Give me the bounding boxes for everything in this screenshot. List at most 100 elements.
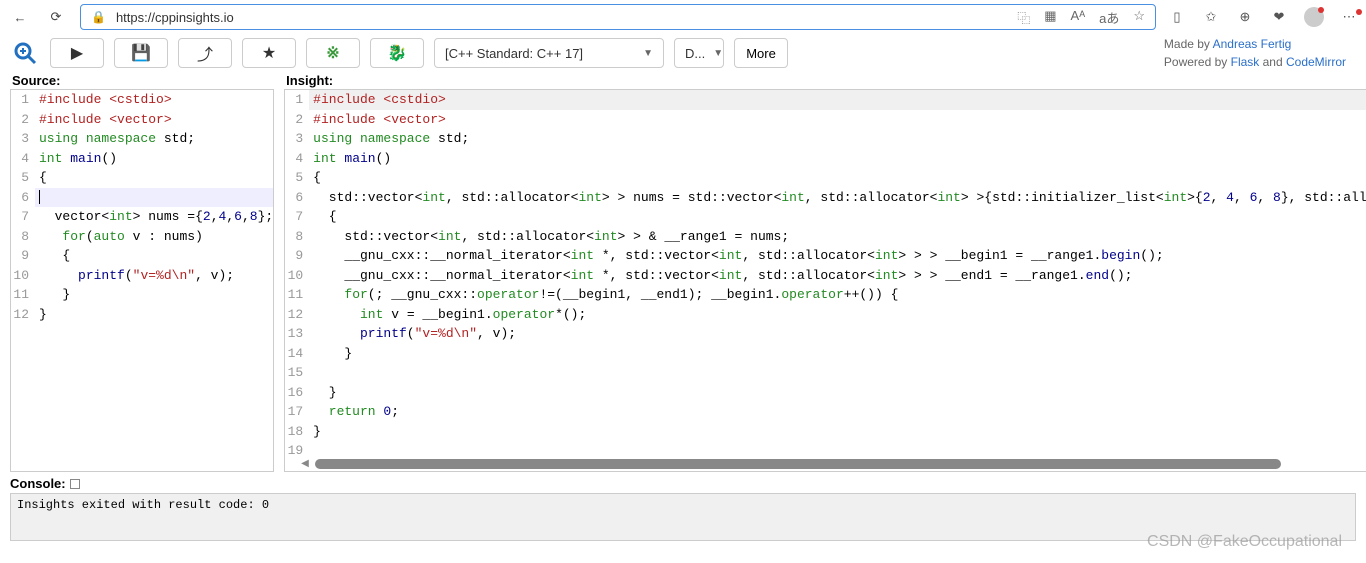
code-line[interactable]: 10 printf("v=%d\n", v); <box>11 266 273 286</box>
line-code[interactable] <box>35 188 273 208</box>
code-line[interactable]: 8 for(auto v : nums) <box>11 227 273 247</box>
code-line[interactable]: 2#include <vector> <box>11 110 273 130</box>
code-line[interactable]: 4int main() <box>285 149 1366 169</box>
more-button[interactable]: More <box>734 38 788 68</box>
code-line[interactable]: 14 } <box>285 344 1366 364</box>
code-line[interactable]: 13 printf("v=%d\n", v); <box>285 324 1366 344</box>
code-line[interactable]: 9 __gnu_cxx::__normal_iterator<int *, st… <box>285 246 1366 266</box>
cpp-standard-select[interactable]: [C++ Standard: C++ 17] ▼ <box>434 38 664 68</box>
line-code[interactable]: #include <vector> <box>35 110 273 130</box>
line-code[interactable]: __gnu_cxx::__normal_iterator<int *, std:… <box>309 246 1366 266</box>
line-code[interactable]: std::vector<int, std::allocator<int> > &… <box>309 227 1366 247</box>
line-code[interactable]: for(; __gnu_cxx::operator!=(__begin1, __… <box>309 285 1366 305</box>
back-button[interactable]: ← <box>8 5 32 29</box>
line-code[interactable]: { <box>35 168 273 188</box>
line-code[interactable]: std::vector<int, std::allocator<int> > n… <box>309 188 1366 208</box>
line-code[interactable]: #include <vector> <box>309 110 1366 130</box>
cppinsights-logo[interactable] <box>10 38 40 68</box>
code-line[interactable]: 11 for(; __gnu_cxx::operator!=(__begin1,… <box>285 285 1366 305</box>
line-code[interactable]: } <box>309 344 1366 364</box>
favorites-icon[interactable]: ✩ <box>1202 9 1220 25</box>
line-code[interactable]: using namespace std; <box>35 129 273 149</box>
collections-icon[interactable]: ⊕ <box>1236 9 1254 25</box>
line-code[interactable] <box>309 441 1366 461</box>
d-select-label: D... <box>685 46 705 61</box>
line-code[interactable]: for(auto v : nums) <box>35 227 273 247</box>
code-line[interactable]: 5{ <box>11 168 273 188</box>
address-bar[interactable]: 🔒 https://cppinsights.io ⿻ ▦ Aᴬ aあ ☆ <box>80 4 1156 30</box>
split-icon[interactable]: ▯ <box>1168 9 1186 25</box>
code-line[interactable]: 8 std::vector<int, std::allocator<int> >… <box>285 227 1366 247</box>
credits: Made by Andreas Fertig Powered by Flask … <box>1164 35 1356 71</box>
code-line[interactable]: 10 __gnu_cxx::__normal_iterator<int *, s… <box>285 266 1366 286</box>
compiler-explorer-button[interactable]: ※ <box>306 38 360 68</box>
code-line[interactable]: 17 return 0; <box>285 402 1366 422</box>
line-code[interactable]: #include <cstdio> <box>309 90 1366 110</box>
line-number: 1 <box>285 90 309 110</box>
code-line[interactable]: 3using namespace std; <box>285 129 1366 149</box>
profile-avatar[interactable] <box>1304 7 1324 27</box>
author-link[interactable]: Andreas Fertig <box>1213 37 1292 51</box>
line-code[interactable]: printf("v=%d\n", v); <box>309 324 1366 344</box>
upload-button[interactable]: ⤴ <box>178 38 232 68</box>
line-code[interactable]: return 0; <box>309 402 1366 422</box>
code-line[interactable]: 2#include <vector> <box>285 110 1366 130</box>
line-code[interactable] <box>309 363 1366 383</box>
codemirror-link[interactable]: CodeMirror <box>1286 55 1346 69</box>
d-select[interactable]: D... ▼ <box>674 38 724 68</box>
line-code[interactable]: __gnu_cxx::__normal_iterator<int *, std:… <box>309 266 1366 286</box>
code-line[interactable]: 15 <box>285 363 1366 383</box>
code-line[interactable]: 16 } <box>285 383 1366 403</box>
quickbench-button[interactable]: 🐉 <box>370 38 424 68</box>
line-code[interactable]: { <box>35 246 273 266</box>
star-button[interactable]: ★ <box>242 38 296 68</box>
console-pane: Console: Insights exited with result cod… <box>0 472 1366 541</box>
code-line[interactable]: 5{ <box>285 168 1366 188</box>
source-editor[interactable]: 1#include <cstdio>2#include <vector>3usi… <box>10 89 274 472</box>
favorite-icon[interactable]: ☆ <box>1133 8 1145 27</box>
code-line[interactable]: 4int main() <box>11 149 273 169</box>
heartbeat-icon[interactable]: ❤ <box>1270 9 1288 25</box>
line-code[interactable]: int main() <box>35 149 273 169</box>
console-checkbox[interactable] <box>70 479 80 489</box>
chevron-down-icon: ▼ <box>643 48 653 59</box>
line-code[interactable]: vector<int> nums ={2,4,6,8}; <box>35 207 273 227</box>
code-line[interactable]: 11 } <box>11 285 273 305</box>
horizontal-scrollbar[interactable]: ◀▶ <box>315 459 1366 469</box>
code-line[interactable]: 1#include <cstdio> <box>11 90 273 110</box>
insight-editor[interactable]: 1#include <cstdio>2#include <vector>3usi… <box>284 89 1366 472</box>
code-line[interactable]: 7 vector<int> nums ={2,4,6,8}; <box>11 207 273 227</box>
code-line[interactable]: 12 int v = __begin1.operator*(); <box>285 305 1366 325</box>
line-code[interactable]: } <box>309 383 1366 403</box>
run-button[interactable]: ▶ <box>50 38 104 68</box>
line-code[interactable]: int v = __begin1.operator*(); <box>309 305 1366 325</box>
code-line[interactable]: 18} <box>285 422 1366 442</box>
line-code[interactable]: printf("v=%d\n", v); <box>35 266 273 286</box>
qr-icon[interactable]: ▦ <box>1044 8 1056 27</box>
line-code[interactable]: } <box>35 305 273 325</box>
line-code[interactable]: { <box>309 207 1366 227</box>
code-line[interactable]: 19 <box>285 441 1366 461</box>
reader-icon[interactable]: ⿻ <box>1017 8 1030 27</box>
code-line[interactable]: 1#include <cstdio> <box>285 90 1366 110</box>
line-code[interactable]: int main() <box>309 149 1366 169</box>
translate-icon[interactable]: aあ <box>1099 8 1119 27</box>
line-code[interactable]: { <box>309 168 1366 188</box>
line-number: 7 <box>11 207 35 227</box>
line-code[interactable]: } <box>35 285 273 305</box>
code-line[interactable]: 12} <box>11 305 273 325</box>
line-number: 11 <box>285 285 309 305</box>
menu-icon[interactable]: ⋯ <box>1340 9 1358 25</box>
line-code[interactable]: } <box>309 422 1366 442</box>
line-code[interactable]: #include <cstdio> <box>35 90 273 110</box>
code-line[interactable]: 7 { <box>285 207 1366 227</box>
refresh-button[interactable]: ⟳ <box>44 5 68 29</box>
save-button[interactable]: 💾 <box>114 38 168 68</box>
code-line[interactable]: 6 <box>11 188 273 208</box>
code-line[interactable]: 9 { <box>11 246 273 266</box>
textsize-icon[interactable]: Aᴬ <box>1071 8 1086 27</box>
line-code[interactable]: using namespace std; <box>309 129 1366 149</box>
code-line[interactable]: 6 std::vector<int, std::allocator<int> >… <box>285 188 1366 208</box>
code-line[interactable]: 3using namespace std; <box>11 129 273 149</box>
flask-link[interactable]: Flask <box>1231 55 1260 69</box>
